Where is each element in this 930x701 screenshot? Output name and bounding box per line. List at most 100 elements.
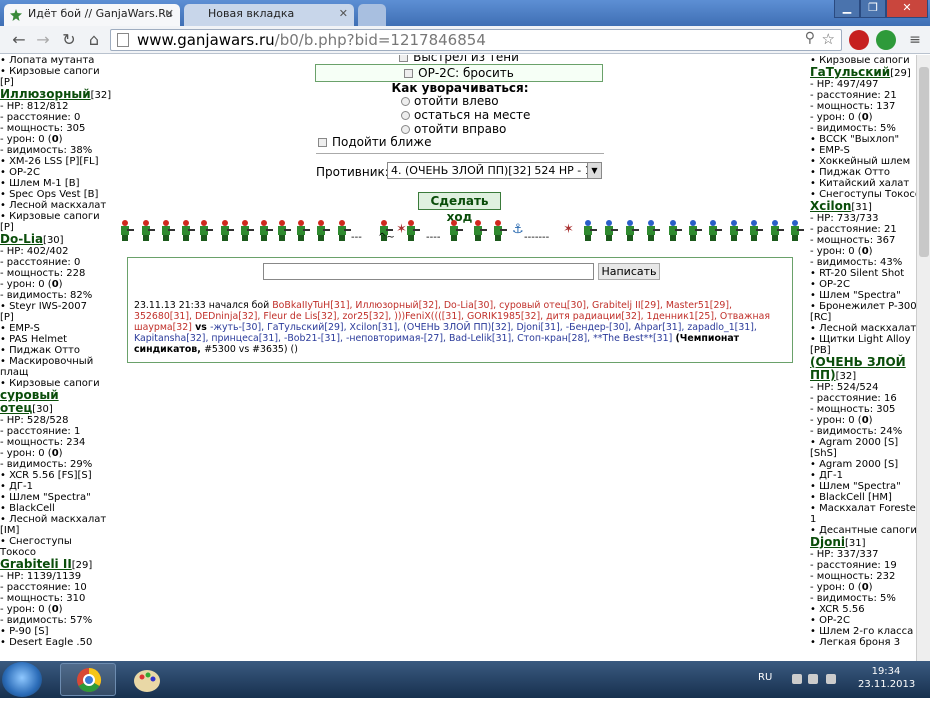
red-team-unit-icon[interactable]	[118, 220, 134, 242]
dodge-stay-radio[interactable]	[401, 111, 410, 120]
player-name-link[interactable]: Xcilon	[810, 199, 851, 213]
forward-icon[interactable]: →	[32, 29, 54, 51]
player-name-link[interactable]: Иллюзорный	[0, 87, 91, 101]
home-icon[interactable]: ⌂	[83, 29, 105, 51]
new-tab-button[interactable]	[358, 4, 386, 26]
player-name-link[interactable]: Djoni	[810, 535, 845, 549]
player-name-link[interactable]: (ОЧЕНЬ ЗЛОЙ ПП)	[810, 355, 906, 382]
blue-team-unit-icon[interactable]	[747, 220, 763, 242]
tray-arrow-icon[interactable]	[792, 674, 802, 684]
approach-checkbox[interactable]	[318, 138, 327, 147]
red-team-unit-icon[interactable]	[491, 220, 507, 242]
grenade-option[interactable]: ОР-2С: бросить	[315, 64, 603, 82]
tab-battle[interactable]: Идёт бой // GanjaWars.Ru ✕	[4, 4, 180, 26]
browser-titlebar: Идёт бой // GanjaWars.Ru ✕ Новая вкладка…	[0, 0, 930, 26]
red-team-unit-icon[interactable]	[294, 220, 310, 242]
scrollbar-thumb[interactable]	[919, 67, 929, 257]
blue-team-unit-icon[interactable]	[706, 220, 722, 242]
red-team-unit-icon[interactable]	[238, 220, 254, 242]
blue-team-unit-icon[interactable]	[644, 220, 660, 242]
tab-close-icon[interactable]: ✕	[165, 4, 174, 24]
player-name-link[interactable]: Do-Lia	[0, 232, 43, 246]
minimize-button[interactable]: ▁	[834, 0, 860, 18]
blue-team-unit-icon[interactable]	[581, 220, 597, 242]
back-icon[interactable]: ←	[8, 29, 30, 51]
reload-icon[interactable]: ↻	[58, 29, 80, 51]
shadow-shot-option[interactable]: Выстрел из тени	[315, 55, 603, 64]
player-stat: • Шлем "Spectra"	[810, 290, 901, 301]
player-name[interactable]: Do-Lia[30]	[0, 232, 113, 247]
player-stat: • PAS Helmet	[0, 334, 68, 345]
close-window-button[interactable]: ✕	[886, 0, 928, 18]
player-name[interactable]: Xcilon[31]	[810, 199, 930, 214]
send-button[interactable]: Написать	[598, 263, 660, 280]
player-stat: - мощность: 310	[0, 593, 86, 604]
player-name-link[interactable]: суровый	[0, 388, 59, 402]
player-name-link[interactable]: ГаТульский	[810, 65, 890, 79]
blue-team-unit-icon[interactable]	[623, 220, 639, 242]
red-team-unit-icon[interactable]	[447, 220, 463, 242]
player-name[interactable]: Иллюзорный[32]	[0, 87, 113, 102]
player-stat: • Desert Eagle .50	[0, 637, 93, 648]
red-team-unit-icon[interactable]	[335, 220, 351, 242]
blue-team-unit-icon[interactable]	[686, 220, 702, 242]
search-icon[interactable]: ⚲	[805, 30, 815, 46]
player-name[interactable]: суровый отец[30]	[0, 388, 113, 416]
grenade-checkbox[interactable]	[404, 69, 414, 78]
red-team-unit-icon[interactable]	[314, 220, 330, 242]
red-team-unit-icon[interactable]	[139, 220, 155, 242]
chat-input[interactable]	[263, 263, 594, 280]
blue-team-unit-icon[interactable]	[768, 220, 784, 242]
shadow-shot-checkbox[interactable]	[399, 55, 409, 62]
language-indicator[interactable]: RU	[758, 672, 772, 683]
adblock-icon[interactable]	[849, 30, 869, 50]
player-stat: • P-90 [S]	[0, 626, 49, 637]
dodge-right-radio[interactable]	[401, 125, 410, 134]
red-team-unit-icon[interactable]	[159, 220, 175, 242]
player-stat: - мощность: 367	[810, 235, 896, 246]
player-name-link[interactable]: Grabiteli II	[0, 557, 72, 571]
player-stat: - мощность: 232	[810, 571, 896, 582]
red-team-unit-icon[interactable]	[257, 220, 273, 242]
player-name[interactable]: ГаТульский[29]	[810, 65, 930, 80]
start-button[interactable]	[2, 662, 42, 697]
red-team-unit-icon[interactable]	[471, 220, 487, 242]
scrollbar[interactable]	[916, 55, 930, 661]
red-team-unit-icon[interactable]	[218, 220, 234, 242]
dodge-right-option[interactable]: отойти вправо	[401, 122, 506, 136]
player-name-link[interactable]: отец	[0, 401, 32, 415]
clock[interactable]: 19:34 23.11.2013	[858, 665, 915, 691]
red-team-unit-icon[interactable]	[404, 220, 420, 242]
divider	[316, 153, 604, 154]
tab-close-icon[interactable]: ✕	[339, 4, 348, 24]
red-team-unit-icon[interactable]	[275, 220, 291, 242]
player-name[interactable]: (ОЧЕНЬ ЗЛОЙ ПП)[32]	[810, 355, 930, 383]
tab-new[interactable]: Новая вкладка ✕	[184, 4, 354, 26]
dodge-left-option[interactable]: отойти влево	[401, 94, 499, 108]
player-name[interactable]: Djoni[31]	[810, 535, 930, 550]
dodge-left-radio[interactable]	[401, 97, 410, 106]
address-bar[interactable]: www.ganjawars.ru/b0/b.php?bid=1217846854…	[110, 29, 842, 51]
extension-globe-icon[interactable]	[876, 30, 896, 50]
bookmark-star-icon[interactable]: ☆	[822, 30, 835, 48]
approach-option[interactable]: Подойти ближе	[318, 135, 431, 149]
blue-team-unit-icon[interactable]	[788, 220, 804, 242]
make-move-button[interactable]: Сделать ход	[418, 192, 501, 224]
red-team-unit-icon[interactable]	[179, 220, 195, 242]
menu-icon[interactable]: ≡	[904, 29, 926, 51]
blue-team-unit-icon[interactable]	[602, 220, 618, 242]
player-stat: - мощность: 137	[810, 101, 896, 112]
dodge-stay-option[interactable]: остаться на месте	[401, 108, 530, 122]
tray-network-icon[interactable]	[808, 674, 818, 684]
player-stat: - урон: 0 (0)	[810, 582, 873, 593]
blue-team-unit-icon[interactable]	[666, 220, 682, 242]
blue-team-unit-icon[interactable]	[727, 220, 743, 242]
player-stat: • Шлем М-1 [B]	[0, 178, 80, 189]
taskbar-chrome[interactable]	[60, 663, 116, 696]
enemy-select[interactable]: 4. (ОЧЕНЬ ЗЛОЙ ПП)[32] 524 HP - 16 ▼	[387, 162, 602, 179]
tray-volume-icon[interactable]	[826, 674, 836, 684]
red-team-unit-icon[interactable]	[197, 220, 213, 242]
taskbar-paint[interactable]	[118, 663, 174, 696]
player-name[interactable]: Grabiteli II[29]	[0, 557, 113, 572]
maximize-button[interactable]: ❐	[860, 0, 886, 18]
